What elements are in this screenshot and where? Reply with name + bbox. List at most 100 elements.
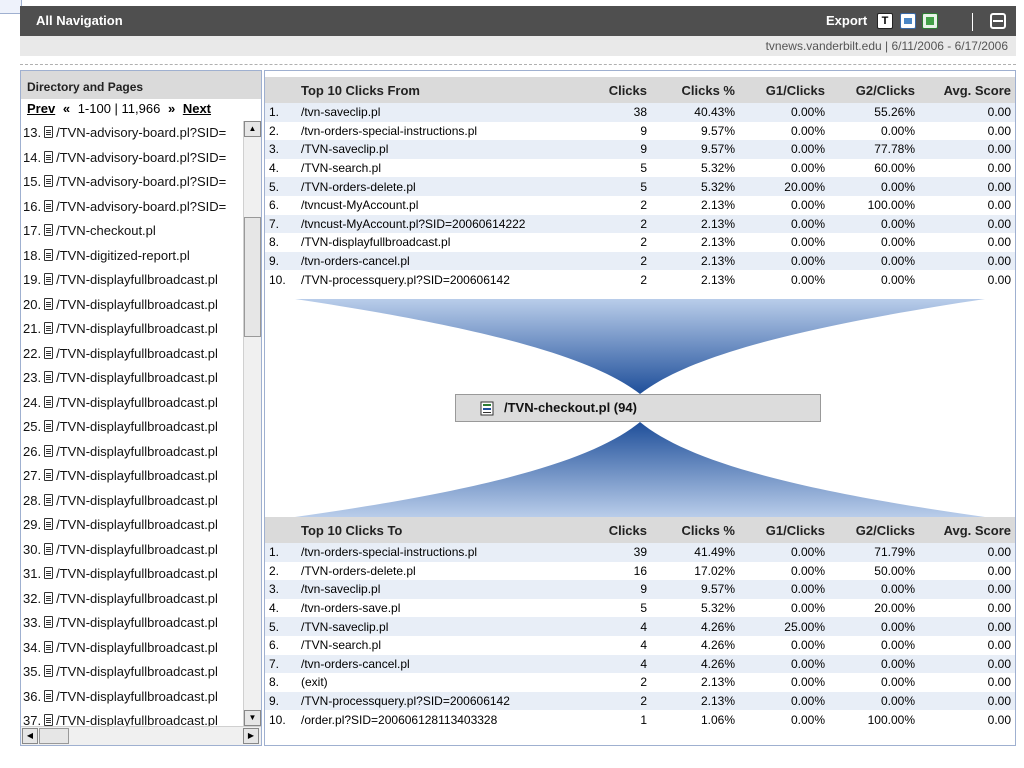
table-row[interactable]: 4./tvn-orders-save.pl 5 5.32% 0.00% 20.00% 0.… — [265, 598, 1015, 618]
page-link[interactable]: /tvn-orders-cancel.pl — [301, 251, 571, 271]
page-link[interactable]: /tvn-orders-save.pl — [301, 598, 571, 618]
directory-item[interactable]: 16. /TVN-advisory-board.pl?SID= — [21, 195, 243, 220]
table-row[interactable]: 10./TVN-processquery.pl?SID=200606142 2 2.… — [265, 270, 1015, 289]
page-link[interactable]: /tvn-saveclip.pl — [301, 580, 571, 599]
table-row[interactable]: 1./tvn-orders-special-instructions.pl 39 4… — [265, 543, 1015, 562]
page-link[interactable]: /tvncust-MyAccount.pl?SID=20060614222 — [301, 214, 571, 234]
directory-item[interactable]: 28. /TVN-displayfullbroadcast.pl — [21, 489, 243, 514]
page-link[interactable]: /TVN-search.pl — [301, 158, 571, 178]
col-clicks[interactable]: Clicks — [571, 517, 651, 543]
directory-item-label: /TVN-checkout.pl — [56, 223, 156, 238]
table-row[interactable]: 2./TVN-orders-delete.pl 16 17.02% 0.00% 50.0… — [265, 561, 1015, 581]
col-g2-clicks[interactable]: G2/Clicks — [829, 517, 919, 543]
page-link[interactable]: /TVN-saveclip.pl — [301, 140, 571, 159]
directory-item[interactable]: 22. /TVN-displayfullbroadcast.pl — [21, 342, 243, 367]
directory-item[interactable]: 36. /TVN-displayfullbroadcast.pl — [21, 685, 243, 710]
col-g2-clicks[interactable]: G2/Clicks — [829, 77, 919, 103]
col-clicks-pct[interactable]: Clicks % — [651, 77, 739, 103]
directory-item[interactable]: 32. /TVN-displayfullbroadcast.pl — [21, 587, 243, 612]
table-row[interactable]: 8./TVN-displayfullbroadcast.pl 2 2.13% 0.00… — [265, 233, 1015, 252]
prev-link[interactable]: Prev — [27, 101, 55, 116]
directory-item[interactable]: 27. /TVN-displayfullbroadcast.pl — [21, 464, 243, 489]
table-row[interactable]: 4./TVN-search.pl 5 5.32% 0.00% 60.00% 0.00 — [265, 158, 1015, 178]
g1-value: 0.00% — [739, 673, 829, 692]
html-export-icon[interactable] — [900, 13, 916, 29]
directory-item[interactable]: 17. /TVN-checkout.pl — [21, 219, 243, 244]
table-row[interactable]: 9./tvn-orders-cancel.pl 2 2.13% 0.00% 0.00% 0… — [265, 251, 1015, 271]
scroll-down-icon[interactable]: ▼ — [244, 710, 261, 726]
directory-item[interactable]: 19. /TVN-displayfullbroadcast.pl — [21, 268, 243, 293]
page-link[interactable]: /TVN-orders-delete.pl — [301, 177, 571, 196]
current-page-node[interactable]: /TVN-checkout.pl (94) — [455, 394, 821, 422]
directory-item[interactable]: 20. /TVN-displayfullbroadcast.pl — [21, 293, 243, 318]
table-row[interactable]: 5./TVN-saveclip.pl 4 4.26% 25.00% 0.00% 0.00 — [265, 617, 1015, 636]
directory-item[interactable]: 33. /TVN-displayfullbroadcast.pl — [21, 611, 243, 636]
page-link[interactable]: /tvn-saveclip.pl — [301, 103, 571, 122]
directory-item[interactable]: 26. /TVN-displayfullbroadcast.pl — [21, 440, 243, 465]
table-row[interactable]: 10./order.pl?SID=200606128113403328 1 1.06… — [265, 710, 1015, 729]
col-avg-score[interactable]: Avg. Score — [919, 517, 1015, 543]
directory-item[interactable]: 18. /TVN-digitized-report.pl — [21, 244, 243, 269]
table-row[interactable]: 2./tvn-orders-special-instructions.pl 9 9.… — [265, 121, 1015, 141]
page-link[interactable]: /TVN-search.pl — [301, 635, 571, 655]
page-link[interactable]: /tvn-orders-special-instructions.pl — [301, 121, 571, 141]
row-number: 2. — [265, 561, 301, 581]
page-link[interactable]: /TVN-saveclip.pl — [301, 617, 571, 636]
text-export-icon[interactable]: T — [877, 13, 893, 29]
directory-item[interactable]: 14. /TVN-advisory-board.pl?SID= — [21, 146, 243, 171]
directory-item[interactable]: 13. /TVN-advisory-board.pl?SID= — [21, 121, 243, 146]
from-table-title: Top 10 Clicks From — [301, 77, 571, 103]
col-clicks-pct[interactable]: Clicks % — [651, 517, 739, 543]
print-icon[interactable] — [990, 13, 1006, 29]
excel-export-icon[interactable] — [922, 13, 938, 29]
table-row[interactable]: 3./TVN-saveclip.pl 9 9.57% 0.00% 77.78% 0.00 — [265, 140, 1015, 159]
page-link[interactable]: /TVN-processquery.pl?SID=200606142 — [301, 270, 571, 289]
scroll-left-icon[interactable]: ◀ — [22, 728, 38, 744]
col-g1-clicks[interactable]: G1/Clicks — [739, 77, 829, 103]
directory-item[interactable]: 30. /TVN-displayfullbroadcast.pl — [21, 538, 243, 563]
g2-value: 100.00% — [829, 710, 919, 729]
table-row[interactable]: 7./tvncust-MyAccount.pl?SID=20060614222 2… — [265, 214, 1015, 234]
g2-value: 77.78% — [829, 140, 919, 159]
col-clicks[interactable]: Clicks — [571, 77, 651, 103]
col-avg-score[interactable]: Avg. Score — [919, 77, 1015, 103]
col-g1-clicks[interactable]: G1/Clicks — [739, 517, 829, 543]
table-row[interactable]: 1./tvn-saveclip.pl 38 40.43% 0.00% 55.26% 0.0… — [265, 103, 1015, 122]
table-row[interactable]: 6./TVN-search.pl 4 4.26% 0.00% 0.00% 0.00 — [265, 635, 1015, 655]
table-row[interactable]: 3./tvn-saveclip.pl 9 9.57% 0.00% 0.00% 0.00 — [265, 580, 1015, 599]
prev-arrow-icon[interactable]: « — [63, 101, 70, 116]
table-row[interactable]: 8. (exit) 2 2.13% 0.00% 0.00% 0.00 — [265, 673, 1015, 692]
clicks-pct-value: 9.57% — [651, 580, 739, 599]
next-link[interactable]: Next — [183, 101, 211, 116]
scroll-right-icon[interactable]: ▶ — [243, 728, 259, 744]
directory-item[interactable]: 29. /TVN-displayfullbroadcast.pl — [21, 513, 243, 538]
directory-item[interactable]: 21. /TVN-displayfullbroadcast.pl — [21, 317, 243, 342]
page-link[interactable]: /tvncust-MyAccount.pl — [301, 195, 571, 215]
next-arrow-icon[interactable]: » — [168, 101, 175, 116]
g2-value: 71.79% — [829, 543, 919, 562]
page-link[interactable]: /tvn-orders-cancel.pl — [301, 654, 571, 674]
horizontal-scrollbar[interactable]: ◀ ▶ — [21, 726, 261, 745]
scroll-up-icon[interactable]: ▲ — [244, 121, 261, 137]
page-link[interactable]: /TVN-processquery.pl?SID=200606142 — [301, 691, 571, 711]
directory-item[interactable]: 23. /TVN-displayfullbroadcast.pl — [21, 366, 243, 391]
table-row[interactable]: 5./TVN-orders-delete.pl 5 5.32% 20.00% 0.00%… — [265, 177, 1015, 196]
page-link[interactable]: /TVN-displayfullbroadcast.pl — [301, 233, 571, 252]
horizontal-scroll-thumb[interactable] — [39, 728, 69, 744]
directory-item[interactable]: 35. /TVN-displayfullbroadcast.pl — [21, 660, 243, 685]
directory-item[interactable]: 25. /TVN-displayfullbroadcast.pl — [21, 415, 243, 440]
directory-item[interactable]: 31. /TVN-displayfullbroadcast.pl — [21, 562, 243, 587]
directory-item[interactable]: 34. /TVN-displayfullbroadcast.pl — [21, 636, 243, 661]
vertical-scrollbar[interactable]: ▲ ▼ — [243, 121, 261, 726]
table-row[interactable]: 6./tvncust-MyAccount.pl 2 2.13% 0.00% 100.00… — [265, 195, 1015, 215]
page-link[interactable]: /TVN-orders-delete.pl — [301, 561, 571, 581]
table-row[interactable]: 9./TVN-processquery.pl?SID=200606142 2 2.1… — [265, 691, 1015, 711]
page-link[interactable]: /tvn-orders-special-instructions.pl — [301, 543, 571, 562]
table-row[interactable]: 7./tvn-orders-cancel.pl 4 4.26% 0.00% 0.00% 0… — [265, 654, 1015, 674]
page-link[interactable]: /order.pl?SID=200606128113403328 — [301, 710, 571, 729]
directory-item[interactable]: 24. /TVN-displayfullbroadcast.pl — [21, 391, 243, 416]
scroll-thumb[interactable] — [244, 217, 261, 337]
directory-item[interactable]: 15. /TVN-advisory-board.pl?SID= — [21, 170, 243, 195]
page-link[interactable]: (exit) — [301, 673, 571, 692]
directory-item[interactable]: 37. /TVN-displayfullbroadcast.pl — [21, 709, 243, 726]
